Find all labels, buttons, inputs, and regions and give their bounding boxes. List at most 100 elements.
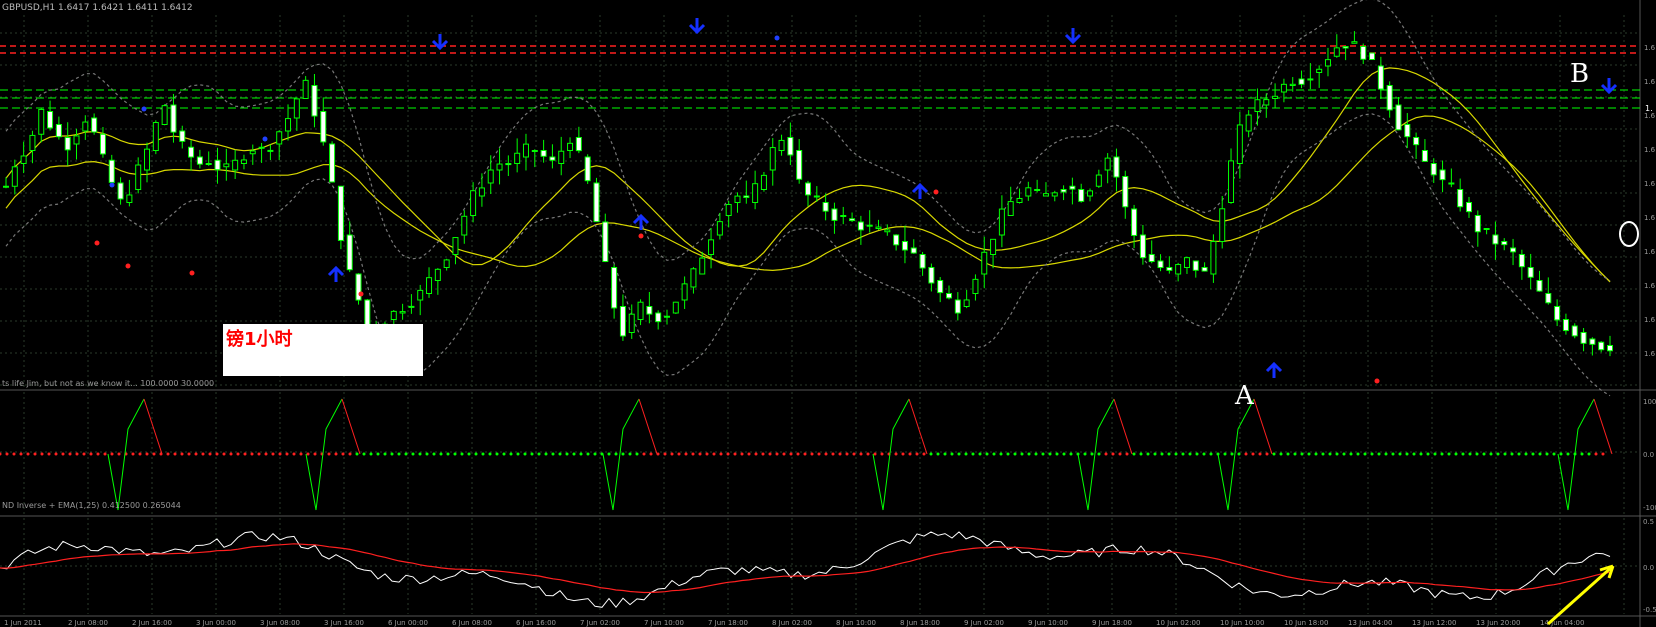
candle-body (258, 146, 265, 149)
panel2-legend: ts life Jim, but not as we know it... 10… (2, 379, 214, 388)
osc1-dot (712, 452, 716, 456)
osc1-dot (236, 452, 240, 456)
candlesticks (3, 31, 1613, 357)
candle-body (311, 85, 318, 117)
osc1-dot (663, 452, 667, 456)
candle-body (1448, 182, 1455, 185)
sell-arrow-icon (1064, 28, 1082, 45)
candle-body (1175, 264, 1182, 275)
osc1-dot (1552, 452, 1556, 456)
osc1-dot (1559, 452, 1563, 456)
osc1-dot (516, 452, 520, 456)
oscillator-panel-1[interactable] (0, 398, 1613, 511)
osc1-dot (5, 452, 9, 456)
candle-body (364, 299, 371, 327)
osc1-dot (404, 452, 408, 456)
osc1-dot (1265, 452, 1269, 456)
osc1-dot (1510, 452, 1514, 456)
candle-body (558, 150, 565, 165)
x-tick-label: 13 Jun 20:00 (1476, 619, 1520, 627)
osc1-dot (1209, 452, 1213, 456)
candle-body (1369, 52, 1376, 61)
osc1-dot (285, 452, 289, 456)
osc1-dot (852, 452, 856, 456)
osc1-dot (775, 452, 779, 456)
candle-body (1104, 157, 1111, 171)
osc1-dot (369, 452, 373, 456)
osc1-dot (201, 452, 205, 456)
x-tick-label: 8 Jun 02:00 (772, 619, 812, 627)
osc1-dot (1587, 452, 1591, 456)
candle-body (1034, 189, 1041, 191)
x-tick-label: 6 Jun 08:00 (452, 619, 492, 627)
osc1-dot (705, 452, 709, 456)
osc1-dot (1062, 452, 1066, 456)
candle-body (196, 156, 203, 165)
osc1-dot (1188, 452, 1192, 456)
sell-arrow-icon (688, 18, 706, 35)
buy-arrow-icon (1265, 361, 1283, 378)
osc1-dot (1202, 452, 1206, 456)
candle-body (179, 130, 186, 142)
osc1-dot (495, 452, 499, 456)
candle-body (637, 301, 644, 320)
osc1-dot (1083, 452, 1087, 456)
ma-upper-band (5, 67, 1611, 282)
candle-body (73, 135, 80, 145)
osc1-dot (1244, 452, 1248, 456)
candle-body (1580, 332, 1587, 344)
candle-body (963, 299, 970, 307)
candle-body (699, 257, 706, 275)
blue-dot (262, 136, 268, 142)
osc1-rise (1077, 398, 1115, 511)
osc1-dot (1489, 452, 1493, 456)
trading-chart[interactable]: 1 Jun 2011 2 Jun 08:00 2 Jun 16:00 3 Jun 00… (0, 0, 1656, 627)
osc1-dot (1153, 452, 1157, 456)
osc1-dot (1293, 452, 1297, 456)
osc1-dot (33, 452, 37, 456)
candle-body (1245, 114, 1252, 132)
candle-body (1122, 176, 1129, 208)
osc1-dot (964, 452, 968, 456)
candle-body (390, 310, 397, 321)
osc1-dot (1405, 452, 1409, 456)
osc1-dot (824, 452, 828, 456)
osc1-dot (222, 452, 226, 456)
osc1-dot (292, 452, 296, 456)
x-tick-label: 3 Jun 16:00 (324, 619, 364, 627)
osc1-dot (950, 452, 954, 456)
osc1-dot (649, 452, 653, 456)
candle-body (663, 315, 670, 318)
candle-body (426, 277, 433, 294)
candle-body (1298, 78, 1305, 85)
osc1-dot (26, 452, 30, 456)
candle-body (901, 241, 908, 251)
osc1-dot (509, 452, 513, 456)
candle-body (144, 148, 151, 171)
osc1-dot (180, 452, 184, 456)
osc1-dot (1146, 452, 1150, 456)
candle-body (593, 182, 600, 223)
candle-body (1404, 124, 1411, 138)
osc1-dot (523, 452, 527, 456)
osc1-dot (117, 452, 121, 456)
red-dot (933, 189, 939, 195)
candle-body (152, 122, 159, 151)
osc1-fall (908, 398, 928, 455)
osc1-dot (901, 452, 905, 456)
x-tick-label: 3 Jun 00:00 (196, 619, 236, 627)
price-axis: 1.6 1.6 1.6 1.6 1.6 1.6 1.6 1.6 1.6 1.6 100 0.0 -10 0… (1643, 44, 1656, 614)
red-dot (1374, 378, 1380, 384)
candle-body (1518, 254, 1525, 268)
candle-body (1025, 187, 1032, 197)
osc1-dot (929, 452, 933, 456)
osc2-tick-label: 0.5 (1643, 518, 1654, 526)
osc1-dot (1034, 452, 1038, 456)
candle-body (1386, 85, 1393, 111)
candle-body (1201, 267, 1208, 272)
osc1-dot (1531, 452, 1535, 456)
osc1-dot (271, 452, 275, 456)
blue-dot (141, 106, 147, 112)
buy-arrow-icon (327, 265, 345, 282)
osc1-dot (68, 452, 72, 456)
